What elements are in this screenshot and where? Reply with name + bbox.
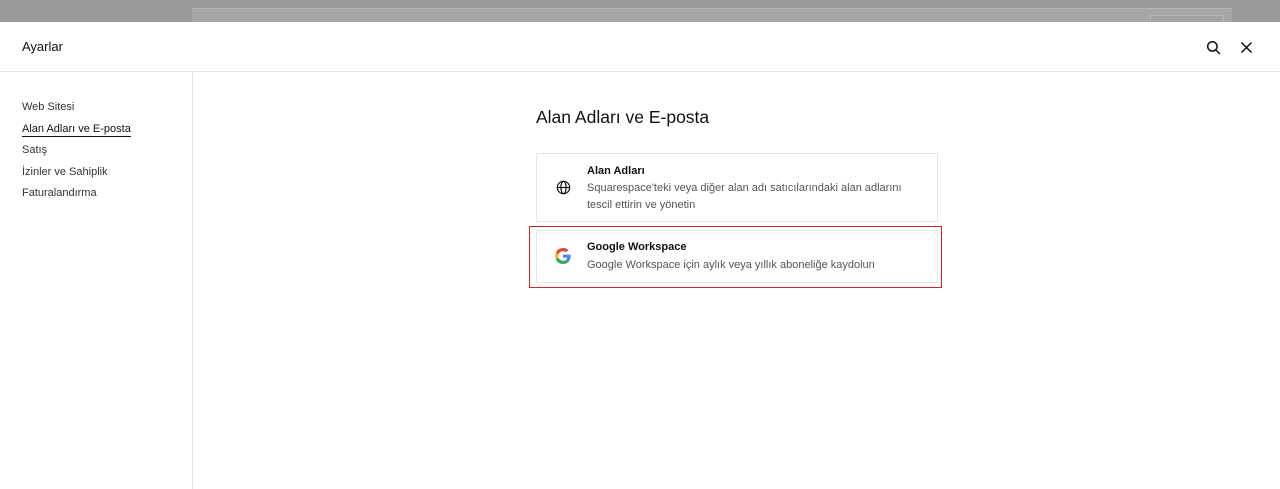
settings-panel: Ayarlar Web Sitesi Alan Adları ve E-post…: [0, 22, 1280, 489]
close-icon: [1240, 41, 1252, 53]
sidebar-item-satis[interactable]: Satış: [22, 143, 131, 165]
sidebar-item-label: Faturalandırma: [22, 187, 97, 199]
google-icon: [554, 247, 572, 265]
close-button[interactable]: [1236, 37, 1256, 57]
background-card: [192, 8, 1232, 23]
card-description: Squarespace'teki veya diğer alan adı sat…: [587, 182, 902, 211]
panel-title: Ayarlar: [22, 39, 63, 54]
domains-card[interactable]: Alan Adları Squarespace'teki veya diğer …: [536, 153, 938, 222]
sidebar-item-label: Web Sitesi: [22, 101, 75, 113]
sidebar-item-label: Satış: [22, 144, 48, 156]
card-description: Google Workspace için aylık veya yıllık …: [587, 259, 875, 271]
background-overlay: [0, 0, 1280, 23]
card-title: Google Workspace: [587, 241, 687, 253]
google-workspace-card[interactable]: Google Workspace Google Workspace için a…: [536, 230, 938, 283]
sidebar-item-label: Alan Adları ve E-posta: [22, 122, 131, 137]
sidebar-item-faturalandirma[interactable]: Faturalandırma: [22, 186, 131, 208]
card-title: Alan Adları: [587, 165, 645, 177]
search-button[interactable]: [1203, 37, 1223, 57]
settings-sidebar: Web Sitesi Alan Adları ve E-posta Satış …: [0, 72, 193, 489]
panel-header: Ayarlar: [0, 22, 1280, 72]
search-icon: [1206, 40, 1220, 54]
sidebar-item-alan-adlari[interactable]: Alan Adları ve E-posta: [22, 122, 131, 144]
sidebar-item-web-sitesi[interactable]: Web Sitesi: [22, 100, 131, 122]
sidebar-item-izinler[interactable]: İzinler ve Sahiplik: [22, 165, 131, 187]
section-title: Alan Adları ve E-posta: [536, 107, 710, 127]
globe-icon: [554, 178, 572, 196]
main-content: Alan Adları ve E-posta Alan Adları Squar…: [193, 72, 1280, 489]
sidebar-item-label: İzinler ve Sahiplik: [22, 165, 108, 178]
